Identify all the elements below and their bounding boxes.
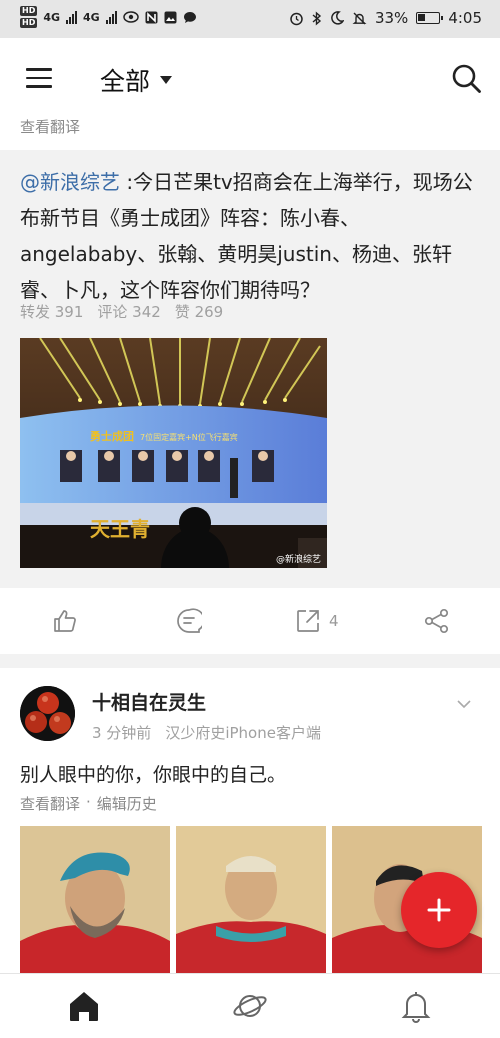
post-actions: 4 [0,588,500,654]
caret-down-icon [160,76,173,84]
clock: 4:05 [448,9,482,27]
comment-count[interactable]: 评论 342 [97,301,160,322]
signal-icon [66,10,78,24]
battery-icon [416,12,444,24]
stage-photo: 勇士成团 7位固定嘉宾+N位飞行嘉宾 天王青 [20,338,327,568]
repost-text: @新浪综艺 :今日芒果tv招商会在上海举行，现场公布新节目《勇士成团》阵容：陈小… [20,164,482,308]
moon-icon [331,11,344,25]
image-app-icon [164,11,177,23]
n-app-icon [145,11,158,23]
like-count[interactable]: 赞 269 [175,301,223,322]
plus-icon [427,898,451,922]
repost-stats: 转发 391 评论 342 赞 269 [20,301,223,322]
dot-separator: · [86,793,91,811]
portrait-image [20,826,170,973]
post-meta: 3 分钟前 汉少府史iPhone客户端 [92,722,321,743]
repost-image[interactable]: 勇士成团 7位固定嘉宾+N位飞行嘉宾 天王青 @新浪综艺 [20,338,327,568]
nav-notifications[interactable] [398,988,434,1024]
post-source: 汉少府史iPhone客户端 [165,724,321,742]
status-bar: HD HD 4G 4G 33% 4:05 [0,0,500,38]
nav-home[interactable] [66,988,102,1024]
nav-discover[interactable] [232,988,268,1024]
battery-percent: 33% [374,9,409,27]
message-icon [183,11,196,23]
feed-filter-dropdown[interactable]: 全部 [100,62,173,98]
repost-icon [297,610,319,632]
network-label-b: 4G [83,10,100,24]
eye-icon [122,11,139,23]
avatar[interactable] [20,686,75,741]
menu-icon[interactable] [26,68,52,88]
share-button[interactable] [424,606,464,636]
repost-button[interactable]: 4 [295,606,355,636]
network-label-a: 4G [43,10,61,24]
thumbs-up-icon [54,610,76,632]
stage-text: 天王青 [90,517,150,541]
compose-fab[interactable] [401,872,477,948]
post-links: 查看翻译 · 编辑历史 [20,793,157,814]
bell-icon [401,992,431,1023]
repost-action-count: 4 [329,612,339,630]
comment-button[interactable] [176,606,216,636]
banner-subtitle: 7位固定嘉宾+N位飞行嘉宾 [140,432,238,442]
like-button[interactable] [52,606,92,636]
post-separator [0,654,500,668]
mention-link[interactable]: @新浪综艺 [20,170,120,194]
bluetooth-icon [312,10,322,26]
planet-icon [233,995,267,1017]
portrait-image [176,826,326,973]
image-watermark: @新浪综艺 [275,555,321,565]
bottom-nav [0,973,500,1038]
app-bar: 全部 [0,38,500,118]
status-right: 33% 4:05 [289,9,482,27]
edit-history-link[interactable]: 编辑历史 [97,793,157,814]
share-icon [424,608,449,634]
alarm-icon [290,12,303,25]
previous-post-tail: 查看翻译 [0,118,500,150]
reposted-content[interactable]: @新浪综艺 :今日芒果tv招商会在上海举行，现场公布新节目《勇士成团》阵容：陈小… [0,150,500,588]
search-icon[interactable] [450,62,482,94]
status-left: HD HD 4G 4G [20,6,197,28]
translate-link[interactable]: 查看翻译 [20,793,80,814]
post-time: 3 分钟前 [92,724,152,742]
avatar-image [20,686,75,741]
post-image[interactable] [176,826,326,973]
post-image[interactable] [20,826,170,973]
comment-icon [177,608,202,633]
post-text: 别人眼中的你，你眼中的自己。 [20,764,287,786]
mute-bell-icon [352,12,367,24]
repost-count[interactable]: 转发 391 [20,301,83,322]
translate-link[interactable]: 查看翻译 [20,116,80,137]
home-icon [70,992,98,1021]
page-title: 全部 [100,67,151,96]
signal-icon-2 [105,10,117,24]
hd-icon: HD HD [20,6,38,28]
chevron-down-icon[interactable] [456,696,472,712]
username[interactable]: 十相自在灵生 [92,688,206,715]
banner-title: 勇士成团 [90,429,134,443]
